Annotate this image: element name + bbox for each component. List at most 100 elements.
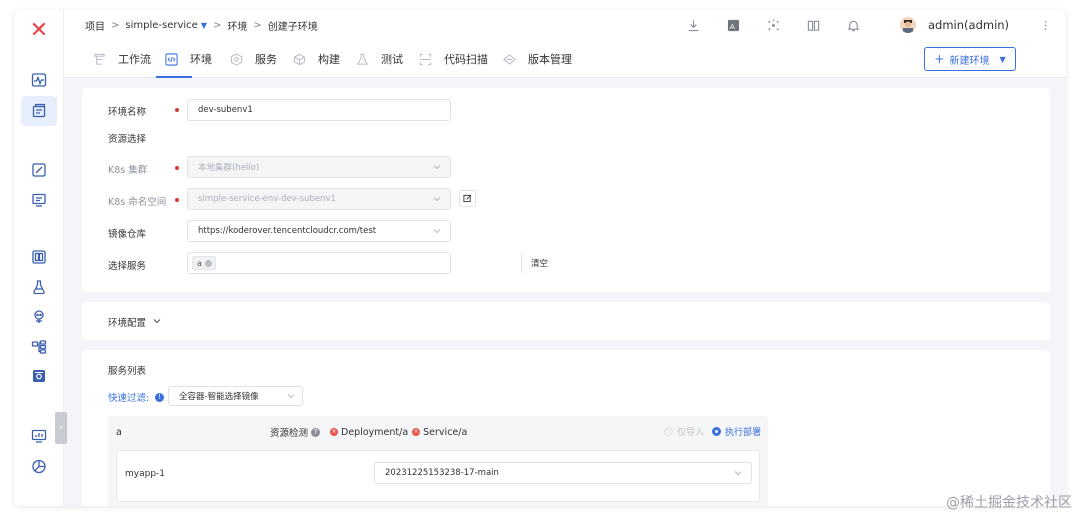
tab-test-label: 测试 xyxy=(381,53,403,66)
breadcrumb-env[interactable]: 环境 xyxy=(227,18,247,33)
test-flask-icon xyxy=(355,52,369,66)
image-registry-select[interactable]: https://koderover.tencentcloudcr.com/tes… xyxy=(187,220,451,242)
k8s-namespace-label: K8s 命名空间 xyxy=(108,197,167,208)
env-name-value: dev-subenv1 xyxy=(198,105,253,115)
user-avatar-icon xyxy=(900,17,916,33)
clear-button[interactable]: 清空 xyxy=(521,253,557,273)
network-icon[interactable] xyxy=(766,18,780,32)
tab-code-scan[interactable]: 代码扫描 xyxy=(418,40,488,78)
chevron-down-icon[interactable] xyxy=(152,316,162,326)
tab-workflow[interactable]: 工作流 xyxy=(92,40,151,78)
service-panel: a 资源检测 ? × Deployment/a × Service/a 仅导入 … xyxy=(108,416,768,506)
plus-icon: + xyxy=(934,52,945,66)
top-bar: 项目 > simple-service ▼ > 环境 > 创建子环境 A adm… xyxy=(64,10,1066,40)
tab-version[interactable]: 版本管理 xyxy=(502,40,572,78)
sidebar-item-data[interactable] xyxy=(29,247,49,267)
caret-down-icon[interactable]: ▼ xyxy=(201,21,207,30)
sidebar-item-edit[interactable] xyxy=(29,160,49,180)
breadcrumb-separator: > xyxy=(111,19,120,31)
error-icon: × xyxy=(412,428,421,436)
quick-filter-text: 快速过滤: xyxy=(108,393,150,404)
env-config-label: 环境配置 xyxy=(108,318,147,329)
sidebar-item-projects[interactable] xyxy=(21,96,57,126)
sidebar: ✕ › xyxy=(14,10,67,506)
koderover-logo[interactable]: ✕ xyxy=(29,20,49,42)
caret-down-icon: ▼ xyxy=(999,54,1006,64)
version-icon xyxy=(502,52,516,66)
tab-code-scan-label: 代码扫描 xyxy=(444,53,488,66)
resource-check: 资源检测 ? × Deployment/a × Service/a xyxy=(270,425,468,440)
sidebar-item-pipeline[interactable] xyxy=(29,337,49,357)
tab-environment[interactable]: 环境 xyxy=(164,40,212,78)
error-icon: × xyxy=(330,428,339,436)
more-vertical-icon[interactable] xyxy=(1038,18,1052,32)
environment-form-card: 环境名称 dev-subenv1 资源选择 K8s 集群 本地集群(hello)… xyxy=(82,88,1050,292)
help-icon[interactable]: ? xyxy=(311,427,321,437)
quick-filter-label: 快速过滤: ! xyxy=(108,390,165,404)
container-name: myapp-1 xyxy=(125,469,166,479)
sidebar-collapse-handle[interactable]: › xyxy=(55,412,67,444)
tab-test[interactable]: 测试 xyxy=(355,40,403,78)
robot-icon xyxy=(34,310,44,323)
edit-namespace-button[interactable] xyxy=(459,190,476,207)
tab-build-label: 构建 xyxy=(318,53,340,66)
sidebar-item-test[interactable] xyxy=(29,277,49,297)
breadcrumb-separator: > xyxy=(212,19,222,31)
avatar[interactable] xyxy=(900,17,916,33)
nav-tabs: 工作流 环境 服务 构建 测试 代码扫描 版本管理 + 新建环境 ▼ xyxy=(64,40,1066,78)
app-window: ✕ › 项目 > simple-service ▼ > 环境 > 创建子环境 A… xyxy=(14,10,1066,506)
image-registry-value: https://koderover.tencentcloudcr.com/tes… xyxy=(198,226,377,236)
execute-deploy-label[interactable]: 执行部署 xyxy=(725,425,761,438)
user-name[interactable]: admin(admin) xyxy=(928,18,1009,32)
selected-service-tag-label: a xyxy=(197,258,202,268)
resource-select-label: 资源选择 xyxy=(108,134,147,145)
translate-icon[interactable]: A xyxy=(726,18,740,32)
k8s-namespace-select: simple-service-env-dev-subenv1 xyxy=(187,188,451,210)
deploy-mode-radio-group: 仅导入 执行部署 xyxy=(664,425,761,438)
sidebar-item-cloud[interactable] xyxy=(29,307,49,327)
resource-check-label: 资源检测 xyxy=(270,428,309,439)
env-name-input[interactable]: dev-subenv1 xyxy=(187,99,451,121)
chevron-down-icon xyxy=(433,165,441,170)
info-icon[interactable]: ! xyxy=(155,392,165,402)
workflow-icon xyxy=(92,52,106,66)
download-icon[interactable] xyxy=(686,18,700,32)
quick-filter-select[interactable]: 全容器-智能选择镜像 xyxy=(168,386,303,406)
tab-service[interactable]: 服务 xyxy=(229,40,277,78)
radio-execute-deploy[interactable] xyxy=(712,427,722,436)
tag-close-icon[interactable] xyxy=(204,259,212,267)
service-list-title: 服务列表 xyxy=(108,366,147,377)
sidebar-item-settings[interactable] xyxy=(29,366,49,386)
edit-icon xyxy=(463,194,472,203)
sidebar-item-statistics[interactable] xyxy=(29,456,49,476)
select-service-label: 选择服务 xyxy=(108,261,147,272)
required-mark xyxy=(175,198,179,202)
settings-box-icon xyxy=(33,370,45,382)
tab-build[interactable]: 构建 xyxy=(292,40,340,78)
bell-icon[interactable] xyxy=(846,18,860,32)
chevron-down-icon xyxy=(433,197,441,202)
build-icon xyxy=(292,52,306,66)
sidebar-item-dashboard[interactable] xyxy=(29,426,49,446)
code-icon xyxy=(164,52,178,66)
breadcrumb-project[interactable]: 项目 xyxy=(85,18,105,33)
env-name-label: 环境名称 xyxy=(108,107,147,118)
project-icon xyxy=(32,103,46,118)
resource-service: Service/a xyxy=(423,426,468,438)
sidebar-item-monitor[interactable] xyxy=(29,70,49,90)
k8s-cluster-label: K8s 集群 xyxy=(108,165,148,176)
tab-workflow-label: 工作流 xyxy=(118,53,151,66)
k8s-cluster-value: 本地集群(hello) xyxy=(198,163,260,173)
sidebar-item-screen[interactable] xyxy=(29,190,49,210)
k8s-cluster-select: 本地集群(hello) xyxy=(187,156,451,178)
select-service-input[interactable]: a 清空 xyxy=(187,252,548,274)
container-image-select[interactable]: 20231225153238-17-main xyxy=(374,462,752,484)
breadcrumb-service[interactable]: simple-service xyxy=(125,20,197,31)
env-config-card[interactable]: 环境配置 xyxy=(82,302,1050,340)
new-environment-button[interactable]: + 新建环境 ▼ xyxy=(924,47,1016,71)
book-icon[interactable] xyxy=(806,18,820,32)
container-image-value: 20231225153238-17-main xyxy=(385,468,499,478)
selected-service-tag[interactable]: a xyxy=(192,256,216,270)
scan-icon xyxy=(418,52,432,66)
k8s-namespace-value: simple-service-env-dev-subenv1 xyxy=(198,194,336,204)
